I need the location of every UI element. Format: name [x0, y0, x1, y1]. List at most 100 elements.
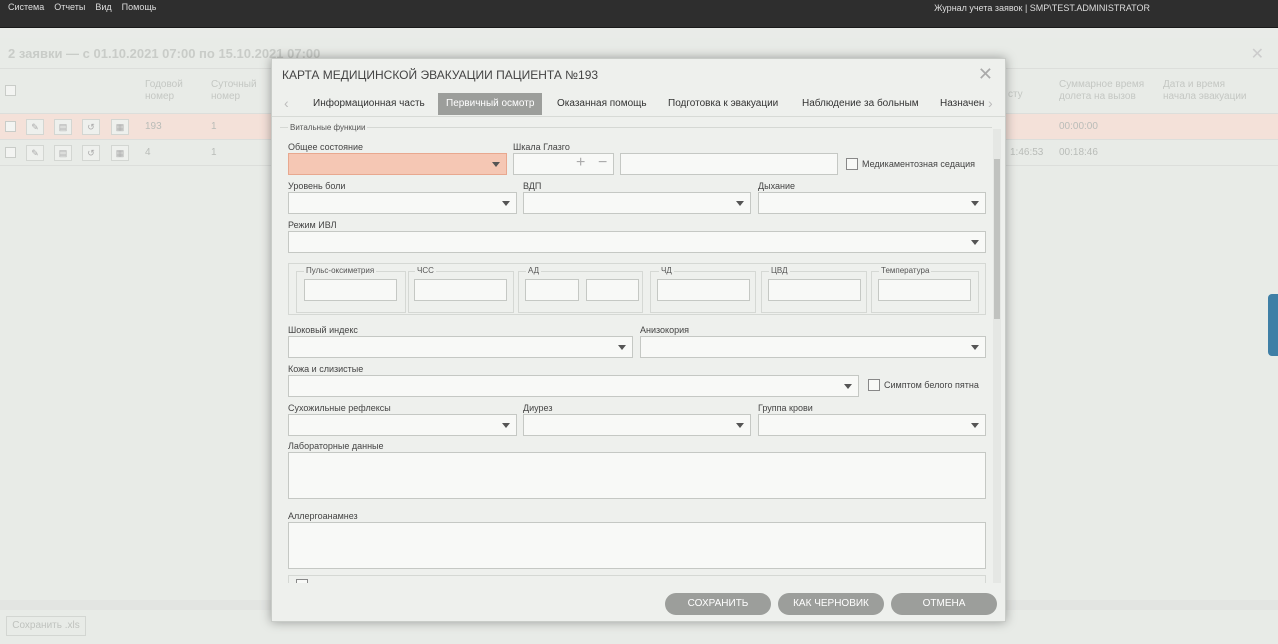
- minus-icon[interactable]: −: [598, 154, 607, 172]
- vertical-scrollbar[interactable]: [993, 129, 1001, 583]
- lab-textarea[interactable]: [288, 452, 986, 499]
- select-all-checkbox[interactable]: [5, 85, 16, 96]
- skin-select[interactable]: [288, 375, 859, 397]
- tab-info[interactable]: Информационная часть: [305, 93, 433, 115]
- tab-observation[interactable]: Наблюдение за больным: [794, 93, 927, 115]
- pulse-ox-field[interactable]: [304, 279, 397, 301]
- reflexes-label: Сухожильные рефлексы: [288, 403, 391, 413]
- card-icon[interactable]: ▦: [111, 119, 129, 135]
- next-group-checkbox[interactable]: [296, 579, 308, 583]
- close-icon[interactable]: ✕: [1251, 44, 1264, 64]
- document-icon[interactable]: ▤: [54, 119, 72, 135]
- chevron-left-icon[interactable]: ‹: [284, 95, 289, 111]
- shock-label: Шоковый индекс: [288, 325, 358, 335]
- chevron-down-icon: [492, 162, 500, 167]
- row-checkbox[interactable]: [5, 121, 16, 132]
- section-label: Витальные функции: [288, 123, 368, 132]
- sedation-checkbox[interactable]: [846, 158, 858, 170]
- menu-item-help[interactable]: Помощь: [122, 2, 157, 12]
- glasgow-value-field[interactable]: [620, 153, 838, 175]
- rr-field[interactable]: [657, 279, 750, 301]
- col-daily-number[interactable]: Суточный номер: [211, 79, 261, 103]
- annual-number: 4: [145, 147, 151, 158]
- cvp-field[interactable]: [768, 279, 861, 301]
- white-spot-label: Симптом белого пятна: [884, 380, 979, 390]
- edit-icon[interactable]: ✎: [26, 145, 44, 161]
- close-icon[interactable]: ✕: [978, 64, 993, 85]
- chevron-down-icon: [502, 201, 510, 206]
- general-state-label: Общее состояние: [288, 142, 363, 152]
- chevron-down-icon: [971, 423, 979, 428]
- blood-label: Группа крови: [758, 403, 813, 413]
- bp-diastolic-field[interactable]: [586, 279, 639, 301]
- scroll-thumb[interactable]: [994, 159, 1000, 319]
- card-icon[interactable]: ▦: [111, 145, 129, 161]
- document-icon[interactable]: ▤: [54, 145, 72, 161]
- chevron-down-icon: [736, 423, 744, 428]
- blood-select[interactable]: [758, 414, 986, 436]
- anisocoria-label: Анизокория: [640, 325, 689, 335]
- col-partial[interactable]: стy: [1008, 89, 1023, 101]
- ivl-select[interactable]: [288, 231, 986, 253]
- chevron-down-icon: [736, 201, 744, 206]
- general-state-select[interactable]: [288, 153, 507, 175]
- reflexes-select[interactable]: [288, 414, 517, 436]
- tab-prescriptions[interactable]: Назначен: [932, 93, 992, 115]
- menu-item-view[interactable]: Вид: [95, 2, 111, 12]
- col-total-time[interactable]: Суммарное время долета на вызов: [1059, 79, 1149, 103]
- tab-help-provided[interactable]: Оказанная помощь: [549, 93, 655, 115]
- temp-field[interactable]: [878, 279, 971, 301]
- bp-label: АД: [526, 266, 542, 275]
- col-annual-number[interactable]: Годовой номер: [145, 79, 195, 103]
- main-menu: Система Отчеты Вид Помощь: [8, 2, 156, 12]
- next-group: [288, 575, 986, 583]
- vdp-select[interactable]: [523, 192, 751, 214]
- cancel-button[interactable]: ОТМЕНА: [891, 593, 997, 615]
- history-icon[interactable]: ↺: [82, 119, 100, 135]
- history-icon[interactable]: ↺: [82, 145, 100, 161]
- chevron-down-icon: [844, 384, 852, 389]
- skin-label: Кожа и слизистые: [288, 364, 364, 374]
- save-draft-button[interactable]: КАК ЧЕРНОВИК: [778, 593, 884, 615]
- chevron-down-icon: [971, 240, 979, 245]
- white-spot-checkbox[interactable]: [868, 379, 880, 391]
- evacuation-card-dialog: КАРТА МЕДИЦИНСКОЙ ЭВАКУАЦИИ ПАЦИЕНТА №19…: [271, 58, 1006, 622]
- col-evac-start[interactable]: Дата и время начала эвакуации: [1163, 79, 1253, 103]
- daily-number: 1: [211, 121, 217, 132]
- hr-field[interactable]: [414, 279, 507, 301]
- sedation-label: Медикаментозная седация: [862, 159, 976, 169]
- cvp-label: ЦВД: [769, 266, 790, 275]
- shock-select[interactable]: [288, 336, 633, 358]
- row-checkbox[interactable]: [5, 147, 16, 158]
- menu-item-system[interactable]: Система: [8, 2, 44, 12]
- ivl-label: Режим ИВЛ: [288, 220, 337, 230]
- journal-user-info: Журнал учета заявок | SMP\TEST.ADMINISTR…: [934, 3, 1150, 13]
- chevron-down-icon: [618, 345, 626, 350]
- vdp-label: ВДП: [523, 181, 542, 191]
- daily-number: 1: [211, 147, 217, 158]
- allergy-textarea[interactable]: [288, 522, 986, 569]
- save-button[interactable]: СОХРАНИТЬ: [665, 593, 771, 615]
- chevron-down-icon: [971, 201, 979, 206]
- temp-label: Температура: [879, 266, 932, 275]
- menu-item-reports[interactable]: Отчеты: [54, 2, 85, 12]
- chevron-right-icon[interactable]: ›: [988, 95, 993, 111]
- side-panel-toggle[interactable]: [1268, 294, 1278, 356]
- chevron-down-icon: [971, 345, 979, 350]
- pain-select[interactable]: [288, 192, 517, 214]
- diuresis-select[interactable]: [523, 414, 751, 436]
- glasgow-label: Шкала Глазго: [513, 142, 570, 152]
- allergy-label: Аллергоанамнез: [288, 511, 358, 521]
- glasgow-stepper[interactable]: + −: [513, 153, 614, 175]
- tab-evac-prep[interactable]: Подготовка к эвакуации: [660, 93, 786, 115]
- plus-icon[interactable]: +: [576, 154, 585, 172]
- edit-icon[interactable]: ✎: [26, 119, 44, 135]
- tab-primary-exam[interactable]: Первичный осмотр: [438, 93, 543, 115]
- rr-label: ЧД: [659, 266, 674, 275]
- bp-systolic-field[interactable]: [525, 279, 579, 301]
- anisocoria-select[interactable]: [640, 336, 986, 358]
- breathing-select[interactable]: [758, 192, 986, 214]
- diuresis-label: Диурез: [523, 403, 553, 413]
- export-xls-button[interactable]: Сохранить .xls: [6, 616, 86, 636]
- tab-bar: ‹ Информационная часть Первичный осмотр …: [272, 91, 1005, 117]
